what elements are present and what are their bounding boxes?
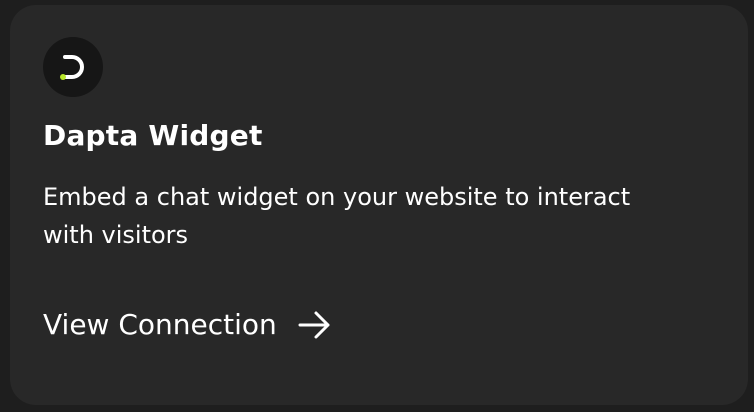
card-description: Embed a chat widget on your website to i… (43, 183, 631, 249)
connector-card[interactable]: Dapta Widget Embed a chat widget on your… (10, 5, 748, 405)
view-connection-label: View Connection (43, 308, 277, 341)
dapta-logo-icon (43, 37, 103, 97)
arrow-right-icon (297, 310, 333, 340)
view-connection-link[interactable]: View Connection (43, 308, 333, 341)
card-title: Dapta Widget (43, 119, 263, 152)
